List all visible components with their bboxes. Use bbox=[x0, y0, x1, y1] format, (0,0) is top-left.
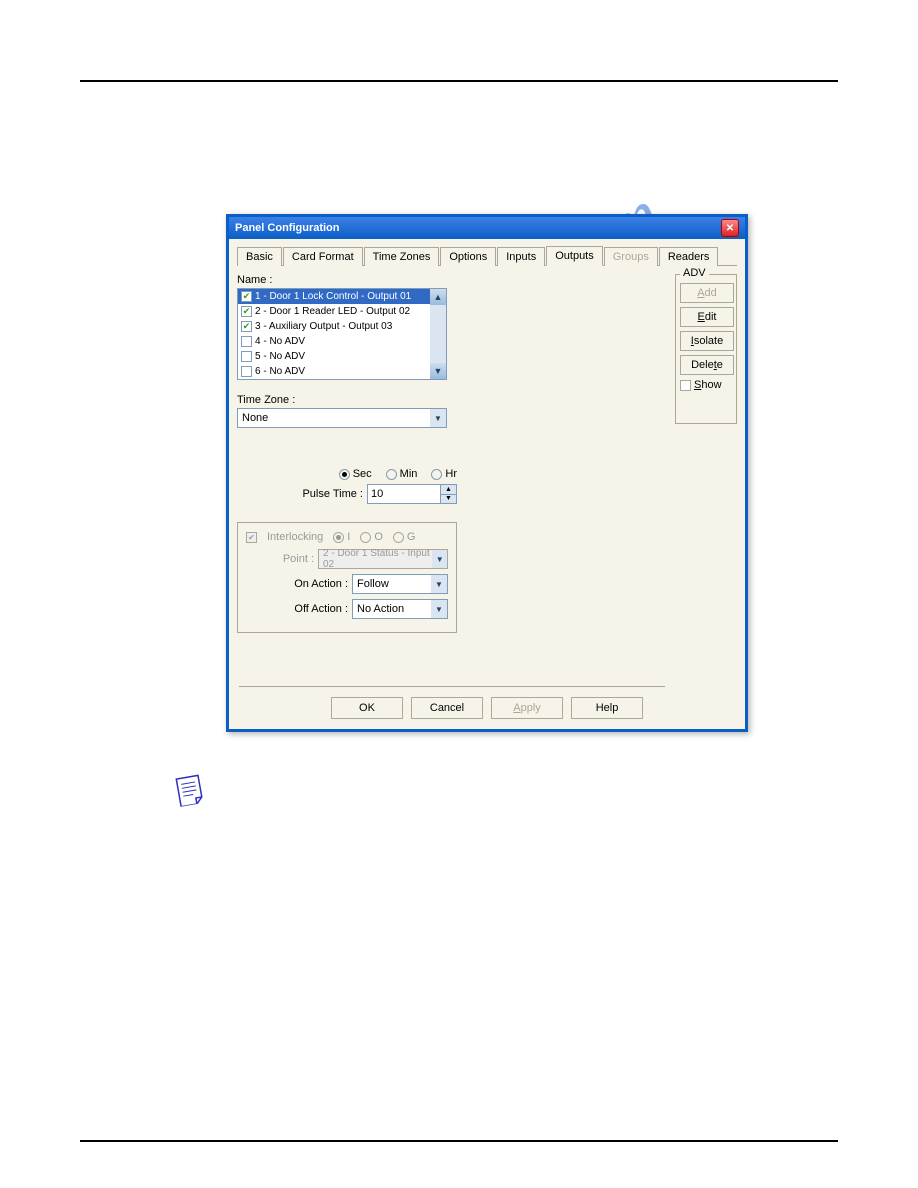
dropdown-icon[interactable]: ▼ bbox=[431, 575, 447, 593]
panel-config-dialog: Panel Configuration ✕ Basic Card Format … bbox=[226, 214, 748, 732]
tab-inputs[interactable]: Inputs bbox=[497, 247, 545, 266]
name-label: Name : bbox=[237, 274, 669, 286]
point-label: Point : bbox=[283, 553, 314, 565]
checkbox-icon[interactable] bbox=[241, 366, 252, 377]
add-button: Add bbox=[680, 283, 734, 303]
isolate-button[interactable]: Isolate bbox=[680, 331, 734, 351]
dialog-body: Basic Card Format Time Zones Options Inp… bbox=[229, 239, 745, 729]
checkbox-icon[interactable]: ✔ bbox=[241, 321, 252, 332]
dialog-title: Panel Configuration bbox=[235, 222, 340, 234]
on-action-label: On Action : bbox=[294, 578, 348, 590]
cancel-button[interactable]: Cancel bbox=[411, 697, 483, 719]
tab-outputs[interactable]: Outputs bbox=[546, 246, 603, 266]
spin-down-icon[interactable]: ▼ bbox=[440, 495, 456, 504]
separator bbox=[239, 686, 665, 687]
radio-sec[interactable]: Sec bbox=[339, 468, 372, 480]
tab-options[interactable]: Options bbox=[440, 247, 496, 266]
radio-i: I bbox=[333, 531, 350, 543]
button-row: OK Cancel Apply Help bbox=[229, 697, 745, 719]
radio-o: O bbox=[360, 531, 383, 543]
pulse-label: Pulse Time : bbox=[302, 488, 363, 500]
dropdown-icon[interactable]: ▼ bbox=[431, 600, 447, 618]
on-action-combo[interactable]: Follow▼ bbox=[352, 574, 448, 594]
tab-groups: Groups bbox=[604, 247, 658, 266]
dropdown-icon[interactable]: ▼ bbox=[430, 409, 446, 427]
list-item[interactable]: 5 - No ADV bbox=[238, 349, 446, 364]
radio-g: G bbox=[393, 531, 416, 543]
pulse-time-spinner[interactable]: ▲▼ bbox=[367, 484, 457, 504]
close-button[interactable]: ✕ bbox=[721, 219, 739, 237]
spin-up-icon[interactable]: ▲ bbox=[440, 485, 456, 495]
interlocking-group: ✔ Interlocking I O G Point : 2 - Door 1 … bbox=[237, 522, 457, 633]
timezone-combo[interactable]: None ▼ bbox=[237, 408, 447, 428]
point-combo: 2 - Door 1 Status - Input 02▼ bbox=[318, 549, 448, 569]
apply-button: Apply bbox=[491, 697, 563, 719]
scroll-up-icon[interactable]: ▲ bbox=[430, 289, 446, 305]
tab-basic[interactable]: Basic bbox=[237, 247, 282, 266]
tab-row: Basic Card Format Time Zones Options Inp… bbox=[237, 245, 737, 266]
scrollbar[interactable]: ▲ ▼ bbox=[430, 289, 446, 379]
delete-button[interactable]: Delete bbox=[680, 355, 734, 375]
pulse-unit-radios: Sec Min Hr bbox=[237, 468, 457, 480]
pulse-time-input[interactable] bbox=[368, 485, 440, 503]
list-item[interactable]: 4 - No ADV bbox=[238, 334, 446, 349]
interlocking-label: Interlocking bbox=[267, 531, 323, 543]
list-item[interactable]: ✔2 - Door 1 Reader LED - Output 02 bbox=[238, 304, 446, 319]
tab-card-format[interactable]: Card Format bbox=[283, 247, 363, 266]
interlocking-checkbox: ✔ bbox=[246, 532, 257, 543]
outputs-listbox[interactable]: ✔1 - Door 1 Lock Control - Output 01 ✔2 … bbox=[237, 288, 447, 380]
edit-button[interactable]: Edit bbox=[680, 307, 734, 327]
close-icon: ✕ bbox=[726, 223, 734, 234]
scroll-down-icon[interactable]: ▼ bbox=[430, 363, 446, 379]
show-checkbox[interactable] bbox=[680, 380, 691, 391]
tab-time-zones[interactable]: Time Zones bbox=[364, 247, 440, 266]
list-item[interactable]: 6 - No ADV bbox=[238, 364, 446, 379]
help-button[interactable]: Help bbox=[571, 697, 643, 719]
adv-panel: ADV Add Edit Isolate Delete Show bbox=[675, 274, 737, 424]
checkbox-icon[interactable] bbox=[241, 351, 252, 362]
ok-button[interactable]: OK bbox=[331, 697, 403, 719]
titlebar[interactable]: Panel Configuration ✕ bbox=[229, 217, 745, 239]
list-item[interactable]: ✔1 - Door 1 Lock Control - Output 01 bbox=[238, 289, 446, 304]
tab-readers[interactable]: Readers bbox=[659, 247, 719, 266]
radio-hr[interactable]: Hr bbox=[431, 468, 457, 480]
adv-legend: ADV bbox=[680, 267, 709, 279]
timezone-label: Time Zone : bbox=[237, 394, 669, 406]
radio-min[interactable]: Min bbox=[386, 468, 418, 480]
checkbox-icon[interactable] bbox=[241, 336, 252, 347]
checkbox-icon[interactable]: ✔ bbox=[241, 306, 252, 317]
off-action-label: Off Action : bbox=[294, 603, 348, 615]
top-rule bbox=[80, 80, 838, 82]
dropdown-icon: ▼ bbox=[432, 550, 447, 568]
note-icon bbox=[172, 773, 208, 815]
checkbox-icon[interactable]: ✔ bbox=[241, 291, 252, 302]
bottom-rule bbox=[80, 1140, 838, 1142]
list-item[interactable]: ✔3 - Auxiliary Output - Output 03 bbox=[238, 319, 446, 334]
off-action-combo[interactable]: No Action▼ bbox=[352, 599, 448, 619]
